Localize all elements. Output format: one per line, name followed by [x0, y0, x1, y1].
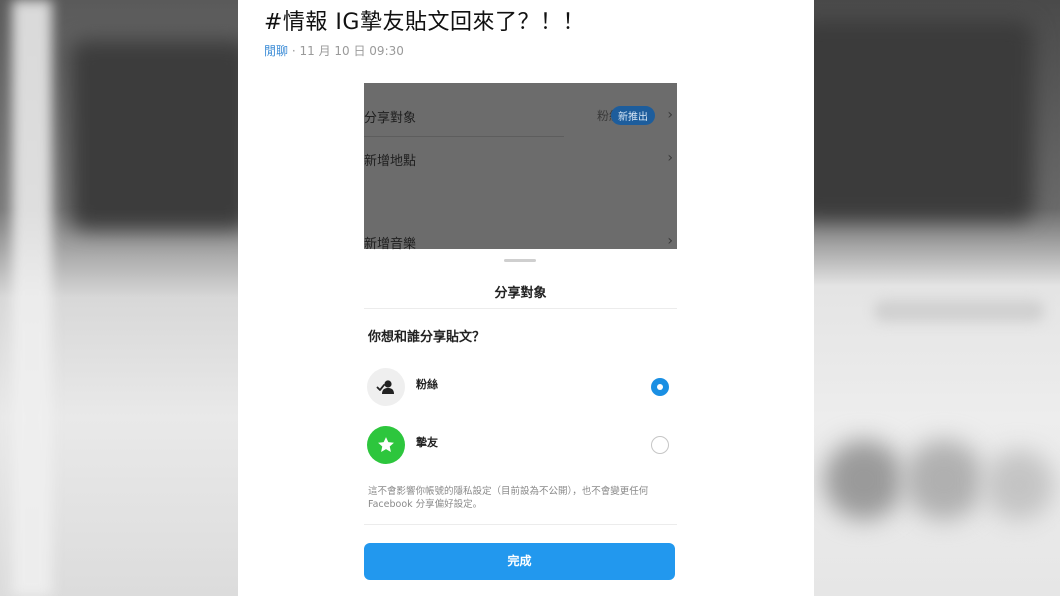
article-title: #情報 IG摯友貼文回來了？！！: [264, 10, 585, 35]
done-button[interactable]: 完成: [364, 543, 675, 580]
chevron-right-icon: ›: [667, 150, 673, 166]
article-meta: 閒聊 · 11 月 10 日 09:30: [264, 42, 404, 59]
article-category-link[interactable]: 閒聊: [264, 44, 288, 58]
option-close-friends[interactable]: 摯友: [364, 426, 677, 466]
divider: [364, 136, 564, 137]
divider: [364, 524, 677, 525]
backdrop-left: [0, 0, 250, 596]
option-label: 粉絲: [416, 378, 438, 391]
article-date: 11 月 10 日 09:30: [299, 44, 404, 58]
bg-row-label: 新增音樂: [364, 237, 417, 252]
new-badge: 新推出: [611, 106, 655, 125]
star-icon: [367, 426, 405, 464]
article-panel: #情報 IG摯友貼文回來了？！！ 閒聊 · 11 月 10 日 09:30 分享…: [238, 0, 814, 596]
chevron-right-icon: ›: [667, 233, 673, 249]
privacy-note: 這不會影響你帳號的隱私設定（目前設為不公開），也不會變更任何 Facebook …: [368, 486, 649, 510]
sheet-title: 分享對象: [494, 286, 547, 301]
radio-unselected[interactable]: [651, 436, 669, 454]
bg-row-share-target: 分享對象 粉絲 新推出 ›: [364, 106, 677, 127]
option-followers[interactable]: 粉絲: [364, 368, 677, 408]
backdrop-right: [794, 0, 1060, 596]
option-label: 摯友: [416, 436, 438, 449]
bg-row-label: 分享對象: [364, 111, 417, 126]
chevron-right-icon: ›: [667, 107, 673, 123]
followers-icon: [367, 368, 405, 406]
embedded-screenshot: 分享對象 粉絲 新推出 › 新增地點 › 新增音樂 › 分享對象 你想和誰分享貼…: [364, 83, 677, 596]
bg-row-add-music: 新增音樂 ›: [364, 233, 677, 253]
meta-separator: ·: [291, 44, 296, 58]
bg-row-add-location: 新增地點 ›: [364, 150, 677, 170]
bg-row-label: 新增地點: [364, 154, 417, 169]
radio-selected[interactable]: [651, 378, 669, 396]
share-question: 你想和誰分享貼文？: [368, 330, 486, 345]
dimmed-settings-background: 分享對象 粉絲 新推出 › 新增地點 › 新增音樂 ›: [364, 83, 677, 252]
sheet-drag-handle[interactable]: [504, 259, 536, 262]
divider: [364, 308, 677, 309]
